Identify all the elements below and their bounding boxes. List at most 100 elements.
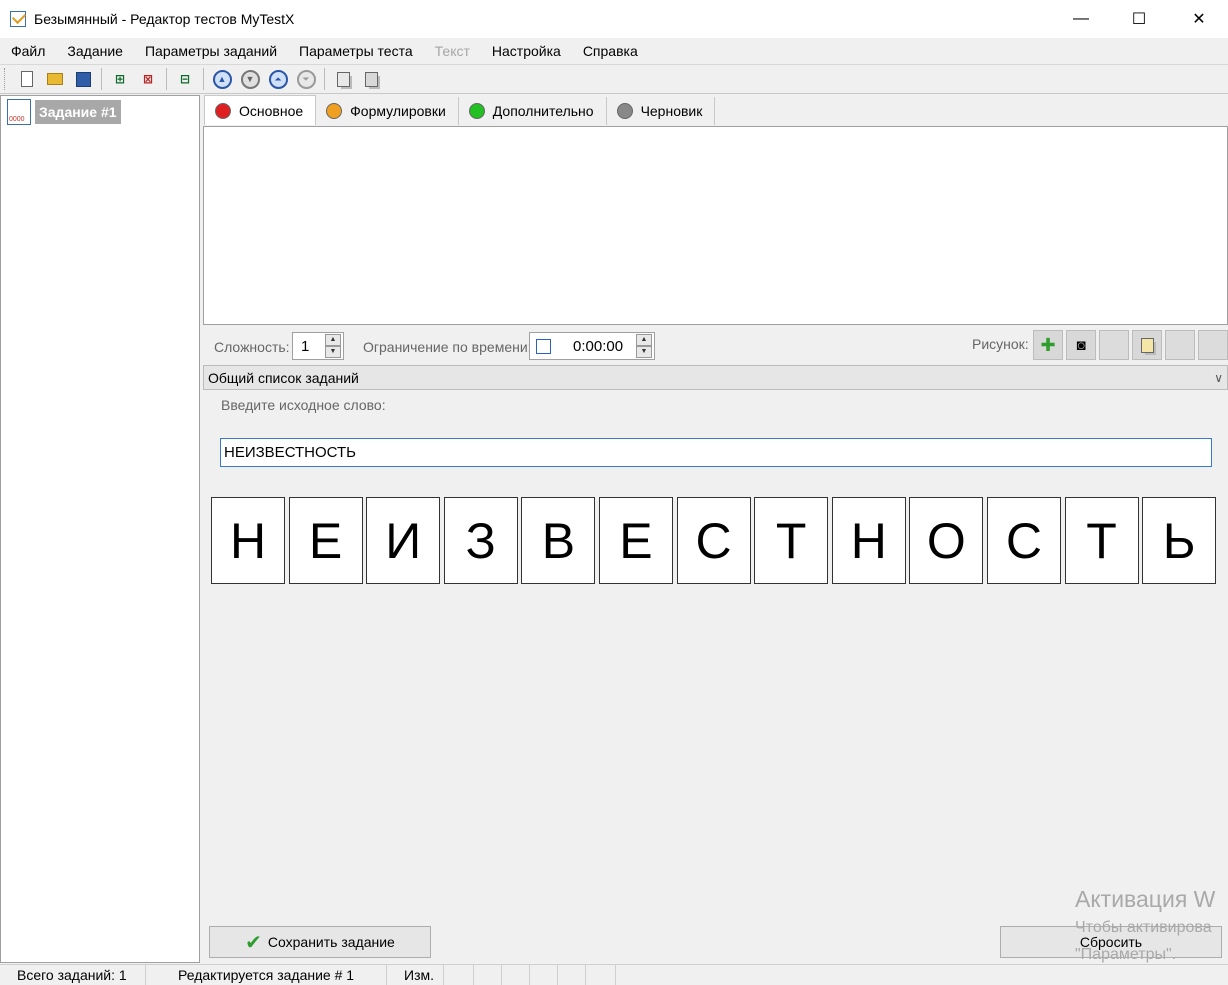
orange-dot-icon	[326, 103, 343, 119]
new-file-icon	[21, 71, 33, 87]
word-input[interactable]	[220, 438, 1212, 467]
letter-tile[interactable]: Н	[831, 497, 906, 584]
move-down-button[interactable]: ▼	[238, 67, 262, 91]
tab-draft-label: Черновик	[640, 103, 703, 119]
picture-button-5[interactable]	[1165, 330, 1195, 360]
tab-additional[interactable]: Дополнительно	[459, 97, 607, 125]
difficulty-label: Сложность:	[214, 339, 290, 355]
tree-icon: ⊟	[179, 72, 191, 86]
menu-bar: Файл Задание Параметры заданий Параметры…	[0, 38, 1228, 64]
letter-tile[interactable]: Ь	[1142, 497, 1217, 584]
checkmark-icon: ✔	[245, 931, 262, 954]
save-file-button[interactable]	[71, 67, 95, 91]
letter-tile[interactable]: Т	[754, 497, 829, 584]
maximize-button[interactable]: ☐	[1110, 0, 1168, 38]
letter-tile[interactable]: Н	[211, 497, 285, 584]
difficulty-value: 1	[301, 337, 310, 355]
task-params-row: Сложность: 1 ▲ ▼ Ограничение по времени: …	[203, 330, 1228, 364]
time-limit-field[interactable]: 0:00:00 ▲ ▼	[529, 332, 655, 360]
spin-up-icon[interactable]: ▲	[325, 334, 341, 346]
letter-tile[interactable]: Е	[598, 497, 673, 584]
letter-tile[interactable]: Т	[1064, 497, 1139, 584]
delete-task-button[interactable]: ⊠	[136, 67, 160, 91]
status-bar: Всего заданий: 1 Редактируется задание #…	[0, 964, 1228, 985]
tab-formulations[interactable]: Формулировки	[316, 97, 459, 125]
task-list-dropdown[interactable]: Общий список заданий ∨	[203, 365, 1228, 390]
letter-tile[interactable]: И	[366, 497, 441, 584]
menu-text: Текст	[434, 43, 470, 59]
menu-task[interactable]: Задание	[56, 38, 134, 64]
time-down-icon[interactable]: ▼	[636, 346, 652, 358]
reset-label: Сбросить	[1079, 934, 1143, 950]
time-up-icon[interactable]: ▲	[636, 334, 652, 346]
open-file-button[interactable]	[43, 67, 67, 91]
save-disk-icon	[75, 71, 91, 87]
add-task-icon: ⊞	[114, 72, 126, 86]
spin-down-icon[interactable]: ▼	[325, 346, 341, 358]
save-task-button[interactable]: ✔ Сохранить задание	[209, 926, 431, 958]
activation-watermark-title: Активация W	[1075, 886, 1216, 912]
tab-formulations-label: Формулировки	[350, 103, 446, 119]
paste-picture-button[interactable]	[1132, 330, 1162, 360]
menu-settings[interactable]: Настройка	[481, 38, 572, 64]
menu-task-params[interactable]: Параметры заданий	[134, 38, 288, 64]
minimize-button[interactable]: —	[1052, 0, 1110, 38]
picture-button-6[interactable]	[1198, 330, 1228, 360]
question-text-editor[interactable]	[203, 126, 1228, 325]
editor-tabs: Основное Формулировки Дополнительно Черн…	[204, 95, 716, 125]
tab-main[interactable]: Основное	[204, 95, 317, 125]
paste-picture-icon	[1140, 337, 1154, 353]
title-bar: Безымянный - Редактор тестов MyTestX — ☐…	[0, 0, 1228, 38]
move-first-button[interactable]: ⏶	[266, 67, 290, 91]
menu-help[interactable]: Справка	[572, 38, 649, 64]
copy-icon	[336, 71, 350, 87]
status-total: Всего заданий: 1	[0, 965, 146, 985]
copy-task-button[interactable]	[331, 67, 355, 91]
add-picture-icon: ✚	[1040, 334, 1056, 355]
camera-button[interactable]: ◙	[1066, 330, 1096, 360]
delete-task-icon: ⊠	[142, 72, 154, 86]
gray-dot-icon	[616, 103, 633, 119]
picture-label: Рисунок:	[972, 336, 1029, 352]
letter-tile[interactable]: О	[909, 497, 984, 584]
add-task-button[interactable]: ⊞	[108, 67, 132, 91]
time-limit-value: 0:00:00	[573, 337, 624, 355]
arrow-down-icon: ▼	[240, 69, 260, 89]
move-last-button[interactable]: ⏷	[294, 67, 318, 91]
task-tree-label: Задание #1	[35, 100, 121, 124]
green-dot-icon	[468, 103, 485, 119]
add-picture-button[interactable]: ✚	[1033, 330, 1063, 360]
word-prompt-label: Введите исходное слово:	[221, 397, 386, 413]
letter-tile[interactable]: Е	[288, 497, 363, 584]
letter-tile[interactable]: С	[676, 497, 751, 584]
new-file-button[interactable]	[15, 67, 39, 91]
move-up-button[interactable]: ▲	[210, 67, 234, 91]
picture-button-3[interactable]	[1099, 330, 1129, 360]
status-editing: Редактируется задание # 1	[146, 965, 387, 985]
task-tree-item[interactable]: Задание #1	[7, 99, 121, 125]
arrow-up-icon: ▲	[212, 69, 232, 89]
window-title: Безымянный - Редактор тестов MyTestX	[34, 11, 295, 27]
tab-draft[interactable]: Черновик	[607, 97, 716, 125]
difficulty-spinner[interactable]: 1 ▲ ▼	[292, 332, 344, 360]
paste-task-button[interactable]	[359, 67, 383, 91]
time-limit-checkbox[interactable]	[536, 338, 551, 354]
task-list-selected: Общий список заданий	[208, 369, 359, 386]
app-icon	[10, 11, 26, 27]
arrow-bottom-icon: ⏷	[296, 69, 316, 89]
chevron-down-icon: ∨	[1214, 370, 1223, 385]
tab-additional-label: Дополнительно	[492, 103, 594, 119]
reset-button[interactable]: Сбросить	[1000, 926, 1222, 958]
letter-tile[interactable]: З	[443, 497, 518, 584]
arrow-top-icon: ⏶	[268, 69, 288, 89]
tree-options-button[interactable]: ⊟	[173, 67, 197, 91]
letter-tile[interactable]: С	[986, 497, 1061, 584]
tab-main-label: Основное	[239, 102, 304, 119]
letter-tile[interactable]: В	[521, 497, 596, 584]
task-tree-panel[interactable]: Задание #1	[0, 95, 200, 963]
menu-test-params[interactable]: Параметры теста	[288, 38, 424, 64]
toolbar: ⊞ ⊠ ⊟ ▲ ▼ ⏶ ⏷	[0, 64, 1228, 94]
letter-tiles: Н Е И З В Е С Т Н О С Т Ь	[211, 497, 1220, 584]
close-button[interactable]: ✕	[1170, 0, 1228, 38]
menu-file[interactable]: Файл	[0, 38, 56, 64]
